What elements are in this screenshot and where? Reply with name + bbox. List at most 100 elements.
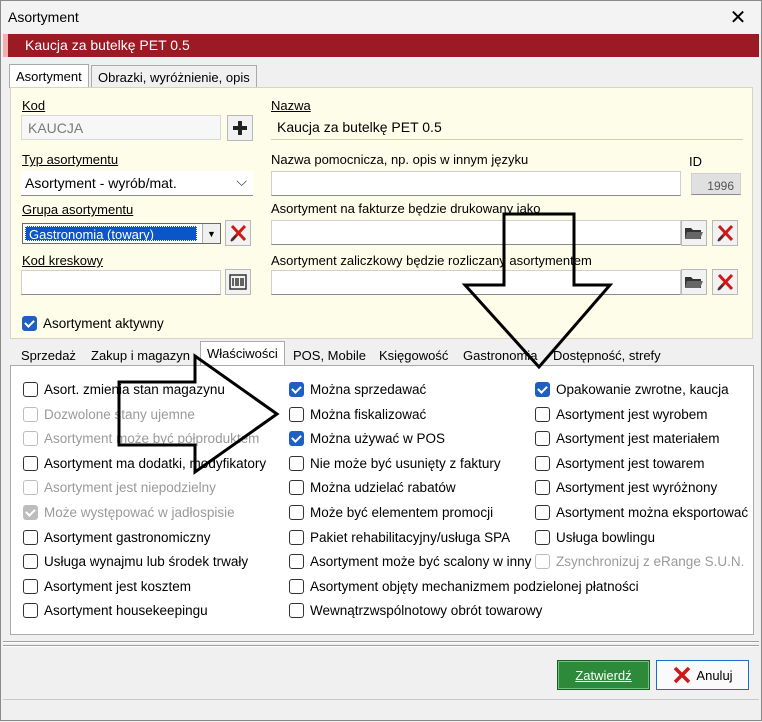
window-title: Asortyment <box>8 9 79 25</box>
checkbox-box <box>23 505 38 520</box>
property-checkbox[interactable]: Można używać w POS <box>289 431 445 446</box>
property-checkbox[interactable]: Asortyment jest towarem <box>535 456 705 471</box>
property-checkbox[interactable]: Asortyment jest materiałem <box>535 431 720 446</box>
property-checkbox: Może występować w jadłospisie <box>23 505 235 520</box>
property-label: Zsynchronizuj z eRange S.U.N. <box>556 554 745 569</box>
property-checkbox[interactable]: Asortyment jest kosztem <box>23 579 191 594</box>
property-checkbox[interactable]: Usługa bowlingu <box>535 530 655 545</box>
property-label: Usługa wynajmu lub środek trwały <box>44 554 249 569</box>
checkbox-box <box>289 456 304 471</box>
add-kod-button[interactable] <box>227 115 253 141</box>
property-checkbox[interactable]: Usługa wynajmu lub środek trwały <box>23 554 248 569</box>
item-header-name: Kaucja za butelkę PET 0.5 <box>25 37 190 53</box>
aktywny-checkbox[interactable]: Asortyment aktywny <box>22 316 164 331</box>
checkbox-box <box>289 480 304 495</box>
grupa-select-value: Gastronomia (towary) <box>25 226 197 241</box>
item-header-bar: Kaucja za butelkę PET 0.5 <box>3 34 759 57</box>
tab-pos-mobile[interactable]: POS, Mobile <box>287 344 372 367</box>
property-checkbox[interactable]: Asort. zmienia stan magazynu <box>23 382 225 397</box>
faktura-field[interactable] <box>271 220 681 245</box>
tab-sprzedaz[interactable]: Sprzedaż <box>15 344 82 367</box>
property-label: Asortyment jest materiałem <box>556 431 720 446</box>
checkbox-box <box>535 431 550 446</box>
checkbox-box <box>289 603 304 618</box>
property-label: Asortyment jest niepodzielny <box>44 480 216 495</box>
property-label: Asort. zmienia stan magazynu <box>44 382 225 397</box>
property-label: Asortyment ma dodatki, modyfikatory <box>44 456 267 471</box>
cancel-button[interactable]: Anuluj <box>656 660 749 690</box>
property-checkbox[interactable]: Można fiskalizować <box>289 407 426 422</box>
confirm-button[interactable]: Zatwierdź <box>557 660 650 690</box>
barcode-scanner-icon <box>229 274 247 290</box>
property-checkbox[interactable]: Może być elementem promocji <box>289 505 493 520</box>
property-label: Wewnątrzwspólnotowy obrót towarowy <box>310 603 543 618</box>
property-checkbox[interactable]: Nie może być usunięty z faktury <box>289 456 501 471</box>
property-label: Można używać w POS <box>310 431 446 446</box>
properties-panel <box>10 365 754 635</box>
checkbox-box <box>289 505 304 520</box>
property-label: Asortyment jest kosztem <box>44 579 192 594</box>
dialog-window: Asortyment ✕ Kaucja za butelkę PET 0.5 A… <box>0 0 762 721</box>
clear-faktura-button[interactable] <box>712 220 738 246</box>
clear-grupa-button[interactable] <box>225 220 251 246</box>
nazwa-pomocnicza-field[interactable] <box>271 171 681 196</box>
property-checkbox[interactable]: Asortyment housekeepingu <box>23 603 208 618</box>
property-label: Asortyment można eksportować <box>556 505 749 520</box>
property-checkbox[interactable]: Asortyment jest wyrobem <box>535 407 708 422</box>
property-checkbox[interactable]: Pakiet rehabilitacyjny/usługa SPA <box>289 530 510 545</box>
dropdown-arrow-icon[interactable]: ▼ <box>202 224 220 243</box>
kod-kreskowy-field[interactable] <box>21 270 221 295</box>
plus-icon <box>233 121 247 135</box>
tab-wlasciwosci[interactable]: Właściwości <box>200 341 285 366</box>
property-label: Można udzielać rabatów <box>310 480 456 495</box>
clear-zaliczkowy-button[interactable] <box>712 269 738 295</box>
property-checkbox[interactable]: Można sprzedawać <box>289 382 426 397</box>
tab-asortyment[interactable]: Asortyment <box>9 64 89 88</box>
faktura-label: Asortyment na fakturze będzie drukowany … <box>271 201 541 216</box>
grupa-select[interactable]: Gastronomia (towary) ▼ <box>22 223 221 244</box>
tab-obrazki[interactable]: Obrazki, wyróżnienie, opis <box>91 65 257 88</box>
checkbox-box <box>289 554 304 569</box>
property-checkbox[interactable]: Opakowanie zwrotne, kaucja <box>535 382 729 397</box>
property-checkbox[interactable]: Asortyment może być scalony w inny <box>289 554 531 569</box>
checkbox-box <box>289 530 304 545</box>
property-checkbox[interactable]: Asortyment ma dodatki, modyfikatory <box>23 456 266 471</box>
barcode-scan-button[interactable] <box>225 269 251 295</box>
checkbox-box <box>535 554 550 569</box>
property-checkbox[interactable]: Wewnątrzwspólnotowy obrót towarowy <box>289 603 542 618</box>
nazwa-pomocnicza-label: Nazwa pomocnicza, np. opis w innym język… <box>271 152 529 167</box>
property-checkbox[interactable]: Można udzielać rabatów <box>289 480 456 495</box>
kod-field[interactable]: KAUCJA <box>21 115 221 140</box>
checkbox-box <box>23 431 38 446</box>
tab-dostepnosc-strefy[interactable]: Dostępność, strefy <box>547 344 667 367</box>
checkbox-box <box>23 579 38 594</box>
checkbox-box <box>23 530 38 545</box>
checkbox-box <box>535 407 550 422</box>
property-label: Pakiet rehabilitacyjny/usługa SPA <box>310 530 511 545</box>
grupa-label: Grupa asortymentu <box>22 202 134 217</box>
checkbox-box <box>23 603 38 618</box>
property-checkbox[interactable]: Asortyment można eksportować <box>535 505 748 520</box>
red-x-icon <box>674 666 691 684</box>
red-x-icon <box>230 224 247 242</box>
tab-ksiegowosc[interactable]: Księgowość <box>373 344 454 367</box>
property-label: Asortyment objęty mechanizmem podzielone… <box>310 579 639 594</box>
property-label: Może być elementem promocji <box>310 505 494 520</box>
browse-zaliczkowy-button[interactable] <box>681 269 707 295</box>
tab-gastronomia[interactable]: Gastronomia <box>457 344 543 367</box>
property-checkbox[interactable]: Asortyment objęty mechanizmem podzielone… <box>289 579 639 594</box>
nazwa-field[interactable]: Kaucja za butelkę PET 0.5 <box>271 115 743 140</box>
typ-combo[interactable]: Asortyment - wyrób/mat. ⌵ <box>21 171 253 196</box>
property-checkbox[interactable]: Asortyment jest wyróżnony <box>535 480 717 495</box>
browse-faktura-button[interactable] <box>681 220 707 246</box>
tab-zakup-i-magazyn[interactable]: Zakup i magazyn <box>85 344 196 367</box>
checkbox-box <box>535 530 550 545</box>
zaliczkowy-field[interactable] <box>271 270 681 295</box>
property-label: Asortyment housekeepingu <box>44 603 208 618</box>
close-icon[interactable]: ✕ <box>715 1 761 33</box>
checkbox-box <box>289 382 304 397</box>
typ-label: Typ asortymentu <box>22 152 119 167</box>
property-checkbox[interactable]: Asortyment gastronomiczny <box>23 530 211 545</box>
property-label: Dozwolone stany ujemne <box>44 407 195 422</box>
kod-label: Kod <box>22 98 46 113</box>
